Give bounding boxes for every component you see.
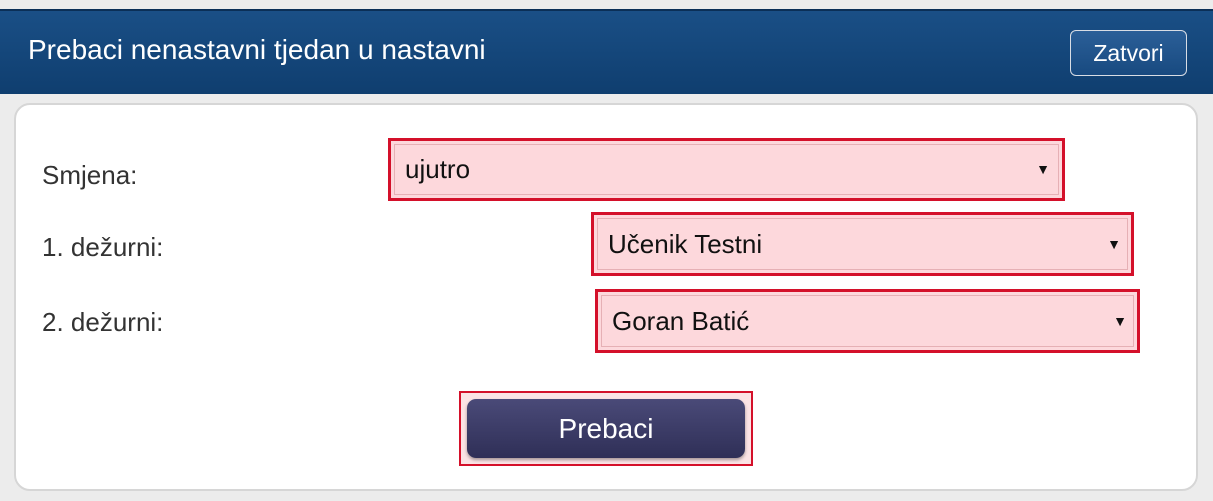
shift-select[interactable]: ujutro ▼	[388, 138, 1065, 201]
dialog-titlebar: Prebaci nenastavni tjedan u nastavni Zat…	[0, 9, 1213, 94]
chevron-down-icon: ▼	[1113, 313, 1127, 329]
duty2-select[interactable]: Goran Batić ▼	[595, 289, 1140, 353]
dialog: Prebaci nenastavni tjedan u nastavni Zat…	[0, 0, 1213, 501]
duty2-select-value: Goran Batić	[612, 306, 750, 336]
chevron-down-icon: ▼	[1107, 236, 1121, 252]
chevron-down-icon: ▼	[1036, 161, 1050, 177]
shift-label: Smjena:	[42, 160, 138, 190]
dialog-title: Prebaci nenastavni tjedan u nastavni	[28, 34, 486, 65]
close-button[interactable]: Zatvori	[1070, 30, 1187, 76]
submit-button[interactable]: Prebaci	[467, 399, 745, 458]
shift-select-value: ujutro	[405, 154, 471, 184]
duty2-label: 2. dežurni:	[42, 307, 164, 337]
duty1-select-value: Učenik Testni	[608, 229, 763, 259]
duty1-select[interactable]: Učenik Testni ▼	[591, 212, 1134, 276]
duty1-label: 1. dežurni:	[42, 232, 164, 262]
submit-button-frame: Prebaci	[459, 391, 753, 466]
shift-select-inner	[394, 144, 1059, 195]
